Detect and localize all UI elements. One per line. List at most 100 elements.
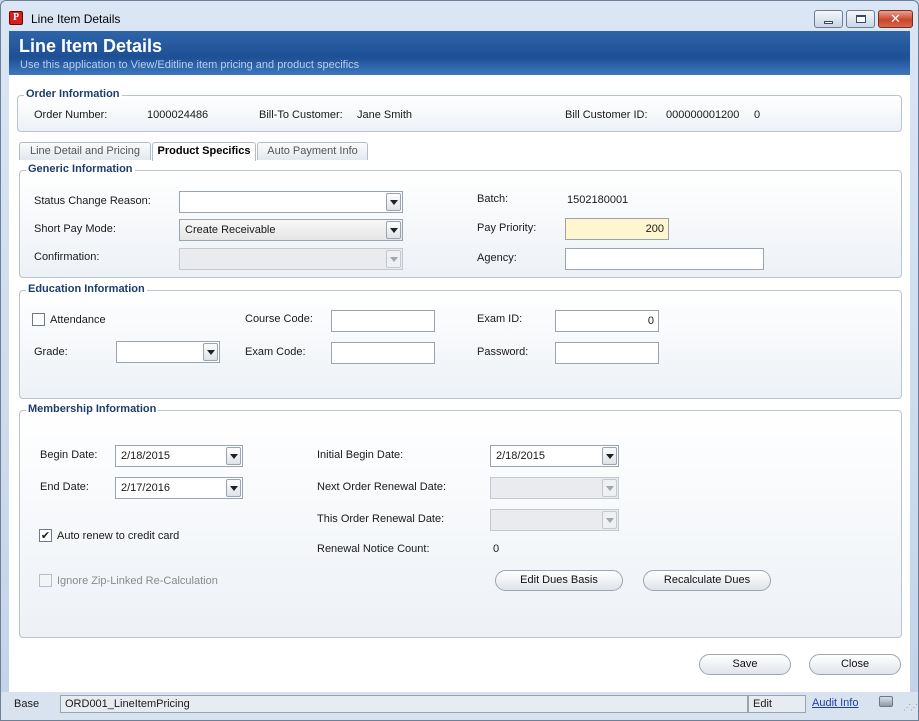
batch-label: Batch:: [477, 193, 509, 205]
agency-label: Agency:: [477, 252, 517, 264]
confirmation-label: Confirmation:: [34, 251, 100, 263]
bill-customer-id-suffix: 0: [754, 109, 761, 121]
auto-renew-checkbox[interactable]: ✔: [39, 529, 52, 542]
this-renewal-date-label: This Order Renewal Date:: [317, 513, 445, 525]
content-area: Order Information Order Number: 10000244…: [9, 75, 910, 692]
bill-customer-id-label: Bill Customer ID:: [565, 109, 648, 121]
ignore-zip-label: Ignore Zip-Linked Re-Calculation: [57, 575, 218, 587]
membership-information-group: Membership Information Begin Date: 2/18/…: [19, 403, 902, 638]
order-number-value: 1000024486: [147, 109, 209, 121]
minimize-button[interactable]: [814, 10, 843, 28]
maximize-icon: [855, 15, 866, 23]
chevron-down-icon: [605, 485, 614, 491]
begin-date-value: 2/18/2015: [121, 450, 170, 462]
course-code-label: Course Code:: [245, 313, 313, 325]
status-change-reason-label: Status Change Reason:: [34, 195, 151, 207]
status-change-reason-select[interactable]: [179, 191, 403, 213]
save-button[interactable]: Save: [699, 654, 791, 675]
generic-information-group: Generic Information Status Change Reason…: [19, 163, 902, 278]
confirmation-select[interactable]: [179, 248, 403, 270]
title-bar[interactable]: P Line Item Details ✕: [1, 1, 918, 31]
initial-begin-date-picker[interactable]: 2/18/2015: [490, 445, 619, 467]
chevron-down-icon: [389, 256, 398, 262]
tab-auto-payment-info[interactable]: Auto Payment Info: [257, 142, 368, 160]
dropdown-button[interactable]: [602, 447, 617, 465]
next-renewal-date-label: Next Order Renewal Date:: [317, 481, 446, 493]
agency-input[interactable]: [565, 248, 764, 270]
chevron-down-icon: [605, 453, 614, 459]
bill-to-customer-value: Jane Smith: [357, 109, 413, 121]
group-title: Order Information: [24, 88, 122, 100]
recalculate-dues-button[interactable]: Recalculate Dues: [643, 570, 771, 591]
renewal-notice-count-label: Renewal Notice Count:: [317, 543, 430, 555]
group-title: Generic Information: [26, 163, 135, 175]
pay-priority-label: Pay Priority:: [477, 222, 537, 234]
renewal-notice-count-value: 0: [493, 543, 500, 555]
exam-id-input[interactable]: 0: [555, 310, 659, 332]
minimize-icon: [824, 20, 833, 24]
dropdown-button[interactable]: [203, 343, 218, 361]
exam-id-label: Exam ID:: [477, 313, 523, 325]
status-mode: Edit: [748, 695, 806, 713]
close-window-button[interactable]: ✕: [878, 10, 913, 28]
close-button[interactable]: Close: [809, 654, 901, 675]
order-information-group: Order Information Order Number: 10000244…: [17, 88, 902, 132]
short-pay-mode-label: Short Pay Mode:: [34, 223, 116, 235]
tab-line-detail-pricing[interactable]: Line Detail and Pricing: [19, 142, 151, 160]
chevron-down-icon: [389, 227, 398, 233]
bill-to-customer-label: Bill-To Customer:: [259, 109, 343, 121]
dropdown-button[interactable]: [386, 193, 401, 211]
checkmark-icon: ✔: [40, 529, 51, 542]
chevron-down-icon: [605, 517, 614, 523]
tab-product-specifics[interactable]: Product Specifics: [152, 142, 256, 161]
close-icon: ✕: [890, 11, 901, 27]
initial-begin-date-value: 2/18/2015: [496, 450, 545, 462]
chevron-down-icon: [206, 349, 215, 355]
main-window: P Line Item Details ✕ Line Item Details …: [0, 0, 919, 721]
status-form-name: ORD001_LineItemPricing: [60, 695, 748, 713]
resize-grip-icon[interactable]: ⋰⋰: [903, 704, 918, 712]
ignore-zip-checkbox[interactable]: [39, 574, 52, 587]
dropdown-button[interactable]: [602, 479, 617, 497]
attendance-checkbox[interactable]: [32, 313, 45, 326]
exam-code-input[interactable]: [331, 342, 435, 364]
grade-label: Grade:: [34, 346, 68, 358]
begin-date-picker[interactable]: 2/18/2015: [115, 445, 243, 467]
chevron-down-icon: [229, 453, 238, 459]
end-date-value: 2/17/2016: [121, 482, 170, 494]
app-logo-icon: P: [9, 11, 23, 25]
batch-value: 1502180001: [567, 194, 629, 206]
dropdown-button[interactable]: [226, 447, 241, 465]
next-renewal-date-picker[interactable]: [490, 477, 619, 499]
end-date-picker[interactable]: 2/17/2016: [115, 477, 243, 499]
short-pay-mode-select[interactable]: Create Receivable: [179, 219, 403, 241]
dropdown-button[interactable]: [386, 250, 401, 268]
grade-select[interactable]: [116, 341, 220, 363]
attendance-label: Attendance: [50, 314, 106, 326]
dropdown-button[interactable]: [226, 479, 241, 497]
header-banner: Line Item Details Use this application t…: [9, 31, 910, 75]
group-title: Education Information: [26, 283, 147, 295]
password-label: Password:: [477, 346, 529, 358]
page-title: Line Item Details: [19, 36, 163, 56]
begin-date-label: Begin Date:: [40, 449, 98, 461]
auto-renew-label: Auto renew to credit card: [57, 530, 180, 542]
edit-dues-basis-button[interactable]: Edit Dues Basis: [495, 570, 623, 591]
this-renewal-date-picker[interactable]: [490, 509, 619, 531]
end-date-label: End Date:: [40, 481, 89, 493]
exam-code-label: Exam Code:: [245, 346, 306, 358]
group-title: Membership Information: [26, 403, 159, 415]
course-code-input[interactable]: [331, 310, 435, 332]
dropdown-button[interactable]: [602, 511, 617, 529]
initial-begin-date-label: Initial Begin Date:: [317, 449, 404, 461]
password-input[interactable]: [555, 342, 659, 364]
chevron-down-icon: [229, 485, 238, 491]
audit-info-link[interactable]: Audit Info: [812, 697, 858, 709]
dropdown-button[interactable]: [386, 221, 401, 239]
chevron-down-icon: [389, 199, 398, 205]
status-bar: Base ORD001_LineItemPricing Edit Audit I…: [1, 692, 918, 720]
pay-priority-input[interactable]: 200: [565, 218, 669, 240]
education-information-group: Education Information Attendance Grade: …: [19, 283, 902, 399]
maximize-button[interactable]: [846, 10, 875, 28]
printer-icon[interactable]: [879, 696, 893, 707]
